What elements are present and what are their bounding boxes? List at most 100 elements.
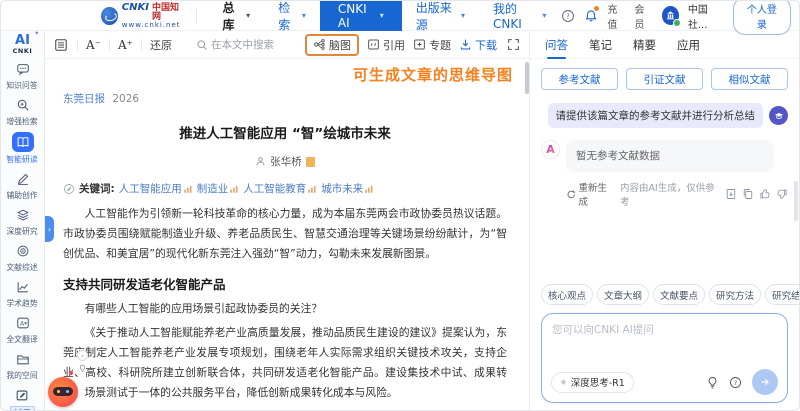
paragraph: 《关于推动人工智能赋能养老产业高质量发展，推动品质民生建设的建议》提案认为，东莞…	[63, 323, 507, 403]
divider	[141, 39, 142, 51]
scrollbar-thumb[interactable]	[525, 62, 529, 94]
keyword-link[interactable]: 人工智能应用	[119, 181, 193, 196]
author-profile-icon[interactable]	[306, 157, 315, 167]
tab-qa[interactable]: 问答	[545, 31, 568, 59]
ask-input[interactable]	[552, 322, 777, 360]
nav-item-my-cnki[interactable]: 我的CNKI▾	[479, 1, 560, 31]
keywords-pencil-icon	[63, 183, 75, 195]
download-button[interactable]: 下载	[459, 37, 497, 53]
trial-entry[interactable]: 试用	[10, 386, 35, 411]
sidebar-item-deep-research[interactable]: 深度研究	[1, 206, 44, 237]
sidebar-item-academic-trends[interactable]: 学术趋势	[1, 278, 44, 309]
sidebar-item-smart-reading[interactable]: 智能研读	[1, 132, 44, 165]
outline-toc-icon[interactable]	[53, 37, 69, 53]
sidebar-item-knowledge-qa[interactable]: 知识问答	[1, 60, 44, 91]
document-column: A⁻ A⁺ 还原 脑图 引用 专	[45, 31, 529, 411]
sidebar-item-literature-review[interactable]: 文献综述	[1, 242, 44, 273]
cnki-ai-reading-app: CNKI 中国知网 www.cnki.net 总库▾ 检索▾ CNKI AI▾ …	[0, 0, 800, 411]
tab-essentials[interactable]: 精要	[633, 31, 656, 59]
cnki-globe-icon	[101, 7, 118, 25]
help-icon[interactable]: ?	[560, 8, 575, 24]
download-icon	[459, 38, 472, 51]
mascot-collapse-button[interactable]: ‹	[77, 350, 88, 361]
source-link[interactable]: 东莞日报	[63, 93, 105, 105]
user-avatar	[769, 106, 788, 125]
author-row: 张华桥	[63, 154, 507, 169]
mindmap-button[interactable]: 脑图	[305, 34, 359, 56]
org-name[interactable]: 中国社...	[688, 1, 724, 31]
chip-research-conclusions[interactable]: 研究结论	[765, 284, 799, 305]
cite-button[interactable]: 引用	[367, 37, 405, 53]
chip-core-points[interactable]: 核心观点	[541, 284, 593, 305]
thumbs-down-icon[interactable]	[776, 188, 788, 200]
author-name[interactable]: 张华桥	[270, 154, 302, 169]
caret-down-icon: ▾	[542, 11, 546, 20]
nav-item-cnki-ai[interactable]: CNKI AI▾	[320, 1, 402, 31]
send-button[interactable]	[752, 369, 778, 395]
nav-item-sources[interactable]: 出版来源▾	[402, 1, 479, 31]
help-circle-icon[interactable]: ?	[729, 376, 742, 389]
keyword-link[interactable]: 人工智能教育	[243, 181, 317, 196]
bulb-icon	[78, 364, 87, 373]
org-avatar[interactable]	[662, 6, 679, 25]
cnki-logo[interactable]: CNKI 中国知网 www.cnki.net	[101, 3, 184, 29]
chip-literature-points[interactable]: 文献要点	[653, 284, 705, 305]
model-selector[interactable]: ✳ 深度思考-R1	[551, 372, 634, 393]
brand-en: CNKI	[122, 3, 149, 13]
fullscreen-icon[interactable]	[505, 37, 521, 53]
references-button[interactable]: 参考文献	[541, 68, 618, 90]
trial-badge: 试用	[10, 406, 35, 411]
recharge-link[interactable]: 充值	[607, 1, 625, 31]
keyword-link[interactable]: 城市未来	[321, 181, 374, 196]
keyword-link[interactable]: 制造业	[197, 181, 240, 196]
notifications-bell-icon[interactable]	[584, 8, 599, 24]
divider	[77, 39, 78, 51]
svg-text:A: A	[20, 320, 25, 327]
sidebar-item-full-translation[interactable]: A 全文翻译	[1, 314, 44, 345]
font-decrease-button[interactable]: A⁻	[86, 38, 101, 52]
ai-message-actions: 重新生成 内容由AI生成，仅供参考	[566, 180, 788, 208]
in-document-search[interactable]	[196, 39, 297, 51]
assistant-scrollbar-thumb[interactable]	[794, 181, 798, 221]
brand-site: www.cnki.net	[122, 22, 184, 29]
ai-message-row: A 暂无参考文献数据	[541, 140, 788, 172]
add-topic-icon	[413, 38, 426, 51]
font-increase-button[interactable]: A⁺	[118, 38, 133, 52]
target-icon	[13, 242, 33, 260]
sidebar-item-enhanced-search[interactable]: 增强检索	[1, 96, 44, 127]
keyword-trend-icon	[229, 184, 239, 194]
sidebar-expand-handle[interactable]: ›	[45, 216, 54, 242]
document-viewer[interactable]: 可生成文章的思维导图 东莞日报 2026 推进人工智能应用 “智”绘城市未来 张…	[45, 59, 529, 411]
chip-article-outline[interactable]: 文章大纲	[597, 284, 649, 305]
folder-icon	[13, 350, 33, 368]
search-input[interactable]	[211, 39, 297, 51]
chip-research-methods[interactable]: 研究方法	[709, 284, 761, 305]
citations-button[interactable]: 引证文献	[626, 68, 703, 90]
thumbs-up-icon[interactable]	[759, 188, 771, 200]
nav-item-zongku[interactable]: 总库▾	[208, 1, 264, 31]
keyword-trend-icon	[364, 184, 374, 194]
similar-docs-button[interactable]: 相似文献	[711, 68, 788, 90]
paragraph: 人工智能作为引领新一轮科技革命的核心力量，成为本届东莞两会市政协委员热议话题。市…	[63, 204, 507, 264]
copy-icon[interactable]	[742, 188, 754, 200]
personal-login-button[interactable]: 个人登录	[733, 0, 791, 35]
tab-notes[interactable]: 笔记	[589, 31, 612, 59]
caret-down-icon: ▾	[302, 11, 306, 20]
member-link[interactable]: 会员	[635, 1, 653, 31]
export-icon[interactable]	[725, 188, 737, 200]
regenerate-button[interactable]: 重新生成	[566, 180, 615, 208]
svg-text:?: ?	[566, 12, 570, 20]
tab-apps[interactable]: 应用	[677, 31, 700, 59]
topic-button[interactable]: 专题	[413, 37, 451, 53]
reset-view-button[interactable]: 还原	[150, 37, 172, 53]
sidebar-item-writing-assist[interactable]: 辅助创作	[1, 170, 44, 201]
sidebar-item-my-space[interactable]: 我的空间	[1, 350, 44, 381]
keywords-label: 关键词:	[79, 181, 115, 196]
inspiration-bulb-icon[interactable]	[706, 376, 719, 389]
ask-input-box[interactable]: ✳ 深度思考-R1 ?	[541, 313, 788, 403]
caret-down-icon: ▾	[246, 11, 250, 20]
keyword-trend-icon	[307, 184, 317, 194]
assistant-mascot[interactable]	[48, 377, 78, 407]
nav-item-search[interactable]: 检索▾	[264, 1, 320, 31]
divider	[196, 9, 197, 23]
